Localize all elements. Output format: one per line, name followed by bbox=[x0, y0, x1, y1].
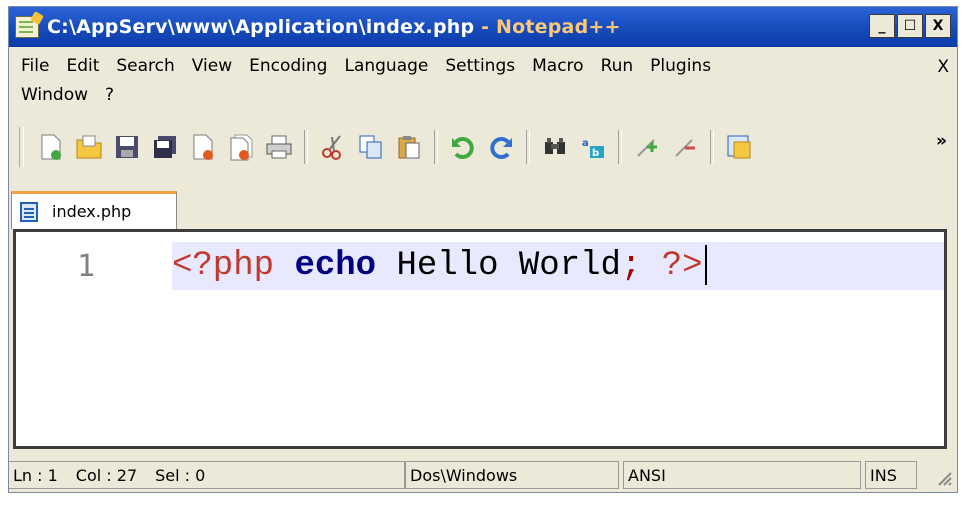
status-column: Col : 27 bbox=[75, 465, 138, 485]
menu-view[interactable]: View bbox=[192, 56, 232, 76]
menu-search[interactable]: Search bbox=[116, 56, 174, 76]
zoom-out-icon[interactable] bbox=[670, 132, 700, 162]
menu-edit[interactable]: Edit bbox=[66, 56, 99, 76]
toolbar-separator bbox=[304, 130, 308, 164]
menu-encoding[interactable]: Encoding bbox=[249, 56, 327, 76]
toolbar-separator bbox=[618, 130, 622, 164]
semicolon: ; bbox=[620, 247, 642, 285]
sync-scroll-icon[interactable] bbox=[724, 132, 754, 162]
toolbar-grip[interactable] bbox=[19, 127, 24, 167]
toolbar-overflow-button[interactable]: » bbox=[936, 131, 947, 151]
status-selection: Sel : 0 bbox=[155, 465, 206, 485]
close-document-button[interactable]: X bbox=[937, 57, 949, 77]
tab-bar: index.php bbox=[9, 179, 957, 229]
svg-text:b: b bbox=[592, 148, 599, 159]
redo-icon[interactable] bbox=[486, 132, 516, 162]
notepad-app-icon[interactable] bbox=[15, 16, 39, 38]
string-text: Hello World bbox=[396, 247, 621, 285]
toolbar-separator bbox=[710, 130, 714, 164]
tab-label: index.php bbox=[52, 202, 132, 221]
copy-icon[interactable] bbox=[356, 132, 386, 162]
window-title-suffix: - Notepad++ bbox=[474, 16, 621, 38]
status-bar: Ln : 1 Col : 27 Sel : 0 Dos\Windows ANSI… bbox=[9, 457, 957, 492]
code-text[interactable]: <?php echo Hello World; ?> bbox=[172, 242, 707, 290]
status-eol[interactable]: Dos\Windows bbox=[405, 461, 619, 489]
tab-index-php[interactable]: index.php bbox=[11, 191, 177, 229]
document-icon bbox=[20, 201, 38, 222]
minimize-button[interactable]: _ bbox=[869, 14, 895, 38]
title-bar[interactable]: C:\AppServ\www\Application\index.php - N… bbox=[9, 7, 957, 47]
php-close-tag: ?> bbox=[661, 247, 703, 285]
status-encoding[interactable]: ANSI bbox=[623, 461, 861, 489]
undo-icon[interactable] bbox=[448, 132, 478, 162]
svg-text:a: a bbox=[582, 138, 589, 149]
echo-keyword: echo bbox=[294, 247, 377, 285]
menu-help[interactable]: ? bbox=[105, 85, 114, 105]
close-all-icon[interactable] bbox=[226, 132, 256, 162]
toolbar-separator bbox=[434, 130, 438, 164]
text-caret bbox=[704, 245, 707, 286]
find-icon[interactable] bbox=[540, 132, 570, 162]
window-title-path: C:\AppServ\www\Application\index.php bbox=[47, 16, 475, 38]
status-insert-mode[interactable]: INS bbox=[865, 461, 917, 489]
menu-window[interactable]: Window bbox=[21, 85, 88, 105]
menu-run[interactable]: Run bbox=[601, 56, 634, 76]
maximize-button[interactable]: ☐ bbox=[897, 14, 923, 38]
save-all-icon[interactable] bbox=[150, 132, 180, 162]
menu-row-1: File Edit Search View Encoding Language … bbox=[9, 51, 957, 80]
open-file-icon[interactable] bbox=[74, 132, 104, 162]
menu-row-2: Window ? bbox=[9, 80, 957, 109]
toolbar-separator bbox=[526, 130, 530, 164]
close-file-icon[interactable] bbox=[188, 132, 218, 162]
menu-file[interactable]: File bbox=[21, 56, 49, 76]
menu-macro[interactable]: Macro bbox=[532, 56, 583, 76]
cut-icon[interactable] bbox=[318, 132, 348, 162]
code-line[interactable]: 1 <?php echo Hello World; ?> bbox=[16, 242, 944, 290]
php-open-tag: <?php bbox=[172, 247, 275, 285]
window-title: C:\AppServ\www\Application\index.php - N… bbox=[47, 16, 621, 38]
status-position-cell: Ln : 1 Col : 27 Sel : 0 bbox=[9, 461, 405, 489]
zoom-in-icon[interactable] bbox=[632, 132, 662, 162]
notepad-plus-plus-window: C:\AppServ\www\Application\index.php - N… bbox=[8, 6, 958, 493]
menu-settings[interactable]: Settings bbox=[445, 56, 515, 76]
menu-plugins[interactable]: Plugins bbox=[650, 56, 711, 76]
toolbar: ab » bbox=[9, 123, 957, 171]
paste-icon[interactable] bbox=[394, 132, 424, 162]
line-number: 1 bbox=[76, 248, 96, 284]
status-line: Ln : 1 bbox=[13, 465, 58, 485]
print-icon[interactable] bbox=[264, 132, 294, 162]
save-icon[interactable] bbox=[112, 132, 142, 162]
close-button[interactable]: X bbox=[925, 14, 951, 38]
replace-icon[interactable]: ab bbox=[578, 132, 608, 162]
menu-bar: File Edit Search View Encoding Language … bbox=[9, 51, 957, 109]
code-editor[interactable]: 1 <?php echo Hello World; ?> bbox=[13, 229, 947, 449]
menu-language[interactable]: Language bbox=[344, 56, 428, 76]
window-controls: _ ☐ X bbox=[869, 14, 951, 38]
new-file-icon[interactable] bbox=[36, 132, 66, 162]
resize-grip-icon[interactable] bbox=[933, 467, 953, 487]
